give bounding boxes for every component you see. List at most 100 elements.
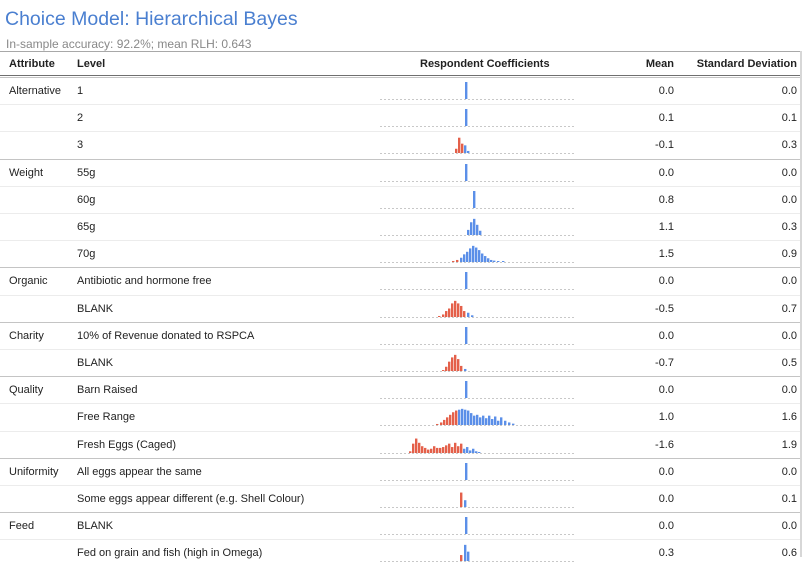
histogram-bar-positive <box>467 312 470 317</box>
histogram-bar-positive <box>464 410 467 426</box>
coefficient-histogram <box>380 246 575 264</box>
table-row: Free Range 1.0 1.6 <box>0 403 800 431</box>
table-row: Quality Barn Raised 0.0 0.0 <box>0 376 800 404</box>
histogram-bar-positive <box>493 260 496 263</box>
histogram-bar-positive <box>465 381 468 399</box>
histogram-bar-positive <box>478 451 481 453</box>
histogram-bar-negative <box>433 445 436 453</box>
histogram-bar-negative <box>463 310 466 317</box>
histogram-bar-positive <box>472 448 475 453</box>
coefficient-histogram <box>380 409 575 427</box>
histogram-bar-negative <box>448 308 451 317</box>
table-header: Attribute Level Respondent Coefficients … <box>0 52 800 76</box>
histogram-bar-positive <box>465 326 468 344</box>
histogram-bar-positive <box>471 314 474 317</box>
histogram-bar-negative <box>460 443 463 453</box>
histogram-bar-negative <box>457 302 460 317</box>
table-row: Organic Antibiotic and hormone free 0.0 0.0 <box>0 267 800 295</box>
histogram-bar-positive <box>470 222 473 235</box>
histogram-bar-negative <box>456 260 459 263</box>
histogram-bar-negative <box>461 144 464 154</box>
col-header-sd: Standard Deviation <box>696 58 797 70</box>
histogram-bar-positive <box>502 261 505 263</box>
histogram-bar-positive <box>500 417 503 426</box>
coefficient-histogram <box>380 272 575 291</box>
histogram-bar-negative <box>454 300 457 317</box>
histogram-bar-positive <box>466 446 469 453</box>
histogram-bar-positive <box>473 416 476 426</box>
histogram-bar-positive <box>464 145 467 154</box>
coefficient-histogram <box>380 462 575 481</box>
histogram-bar-negative <box>442 370 445 371</box>
histogram-bar-positive <box>479 417 482 426</box>
histogram-bar-positive <box>458 410 461 426</box>
histogram-bar-positive <box>464 545 467 562</box>
table-row: BLANK -0.5 0.7 <box>0 294 800 323</box>
histogram-bar-positive <box>465 82 468 99</box>
histogram-bar-negative <box>418 442 421 453</box>
histogram-bar-positive <box>467 229 470 235</box>
histogram-bar-positive <box>473 190 476 208</box>
histogram-bar-negative <box>436 424 439 426</box>
coefficient-histogram <box>380 138 575 155</box>
histogram-bar-positive <box>464 500 467 507</box>
histogram-bar-negative <box>438 315 441 317</box>
coefficient-histogram <box>380 545 575 563</box>
histogram-bar-positive <box>490 260 493 263</box>
histogram-bar-positive <box>469 248 472 263</box>
histogram-bar-negative <box>457 445 460 453</box>
histogram-bar-positive <box>463 448 466 453</box>
histogram-bar-positive <box>508 422 511 426</box>
histogram-bar-negative <box>436 447 439 453</box>
coefficient-histogram <box>380 218 575 236</box>
histogram-bar-negative <box>430 448 433 453</box>
table-row: 60g 0.8 0.0 <box>0 185 800 214</box>
histogram-bar-negative <box>451 446 454 453</box>
histogram-bar-negative <box>455 410 458 426</box>
histogram-bar-positive <box>461 409 464 426</box>
table-row: Feed BLANK 0.0 0.0 <box>0 512 800 540</box>
table-row: 70g 1.5 0.9 <box>0 240 800 268</box>
table-row: 65g 1.1 0.3 <box>0 213 800 241</box>
histogram-bar-negative <box>452 261 455 263</box>
histogram-bar-negative <box>412 443 415 453</box>
histogram-bar-negative <box>445 366 448 371</box>
table-row: Charity 10% of Revenue donated to RSPCA 0.… <box>0 321 800 350</box>
histogram-bar-positive <box>465 272 468 290</box>
table-row: Uniformity All eggs appear the same 0.0 0.0 <box>0 457 800 486</box>
histogram-bar-negative <box>424 447 427 453</box>
histogram-bar-positive <box>466 251 469 263</box>
table-row: Alternative 1 0.0 0.0 <box>0 77 800 105</box>
histogram-bar-negative <box>454 354 457 371</box>
histogram-bar-positive <box>465 462 468 480</box>
histogram-bar-positive <box>484 256 487 263</box>
histogram-bar-positive <box>470 413 473 426</box>
histogram-bar-negative <box>439 447 442 453</box>
coefficient-histogram <box>380 109 575 128</box>
scrollbar-track[interactable] <box>800 51 802 557</box>
histogram-bar-negative <box>457 359 460 371</box>
coefficient-histogram <box>380 300 575 318</box>
coefficient-histogram <box>380 354 575 372</box>
histogram-bar-negative <box>442 446 445 453</box>
table-row: 3 -0.1 0.3 <box>0 131 800 159</box>
histogram-bar-negative <box>443 420 446 426</box>
histogram-bar-negative <box>448 361 451 371</box>
histogram-bar-positive <box>488 416 491 426</box>
histogram-bar-negative <box>451 357 454 371</box>
histogram-bar-negative <box>460 365 463 371</box>
histogram-bar-negative <box>449 415 452 426</box>
histogram-bar-positive <box>494 416 497 426</box>
histogram-bar-negative <box>442 314 445 317</box>
histogram-bar-negative <box>445 444 448 453</box>
histogram-bar-negative <box>448 443 451 453</box>
histogram-bar-positive <box>469 450 472 453</box>
histogram-bar-positive <box>472 246 475 263</box>
histogram-bar-positive <box>475 450 478 453</box>
histogram-bar-negative <box>452 412 455 426</box>
coefficient-histogram <box>380 326 575 345</box>
histogram-bar-negative <box>460 555 463 562</box>
page-subtitle: In-sample accuracy: 92.2%; mean RLH: 0.6… <box>6 37 252 51</box>
histogram-bar-positive <box>497 261 500 263</box>
histogram-bar-positive <box>465 517 468 535</box>
